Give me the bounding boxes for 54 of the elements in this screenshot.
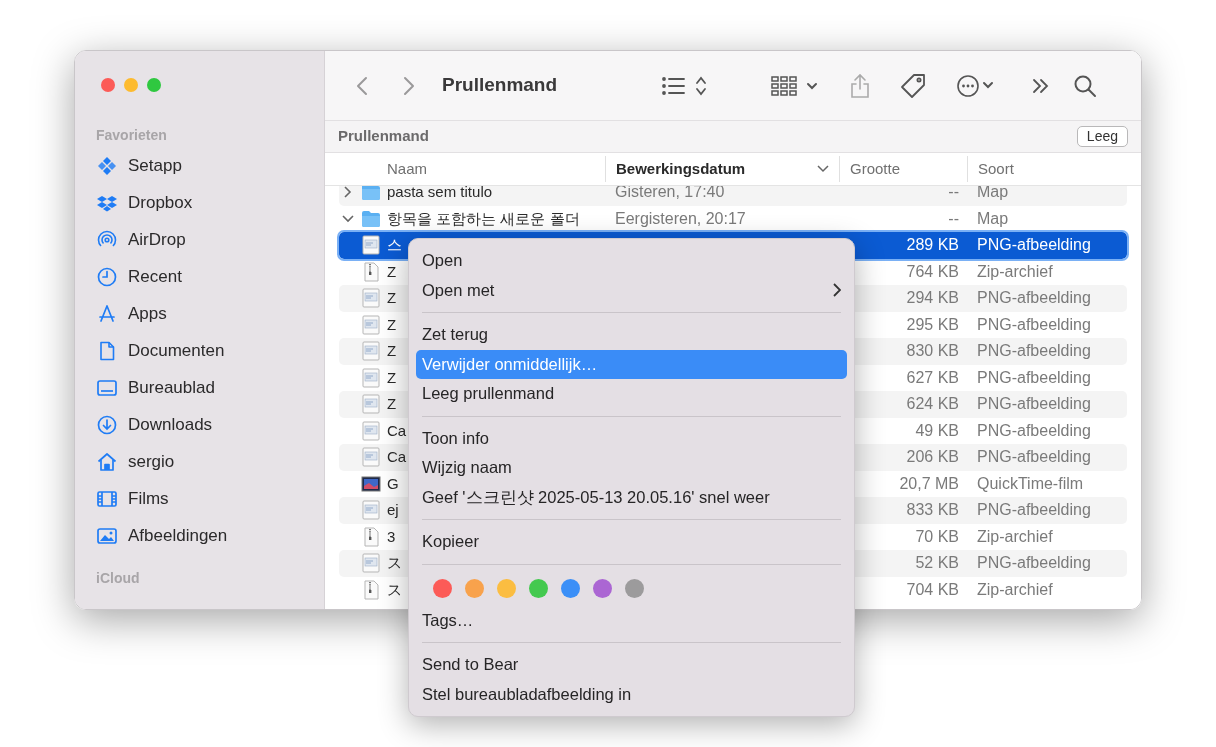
file-name: ej (387, 500, 399, 520)
file-kind: PNG-afbeelding (977, 289, 1091, 307)
file-kind: PNG-afbeelding (977, 395, 1091, 413)
file-name: G (387, 473, 399, 494)
file-size: 704 KB (906, 579, 959, 600)
file-size: 295 KB (906, 314, 959, 335)
file-kind: PNG-afbeelding (977, 448, 1091, 466)
file-kind: PNG-afbeelding (977, 315, 1091, 333)
file-kind: Zip-archief (977, 580, 1053, 598)
file-size: 20,7 MB (899, 473, 959, 494)
file-size: 289 KB (906, 235, 959, 256)
file-name: Ca (387, 420, 407, 441)
modified-date: Gisteren, 17:40 (615, 186, 725, 201)
file-size: 49 KB (915, 420, 959, 441)
file-kind: PNG-afbeelding (977, 554, 1091, 572)
file-size: 830 KB (906, 341, 959, 362)
file-kind: Map (977, 186, 1009, 201)
file-name: ス (387, 553, 402, 573)
file-name: 3 (387, 526, 396, 547)
file-kind: PNG-afbeelding (977, 236, 1091, 254)
file-name: 항목을 포함하는 새로운 폴더 (387, 208, 580, 229)
modified-date: Eergisteren, 20:17 (615, 209, 746, 227)
file-size: 70 KB (915, 526, 959, 547)
path-title: Prullenmand (338, 126, 429, 147)
file-name: Z (387, 367, 397, 388)
file-size: 52 KB (915, 553, 959, 574)
file-name: Z (387, 314, 397, 335)
file-kind: Map (977, 209, 1009, 227)
file-size: 206 KB (906, 447, 959, 468)
file-name: Z (387, 394, 397, 414)
file-name: pasta sem titulo (387, 186, 493, 202)
file-size: -- (948, 208, 959, 229)
file-name: Ca (387, 447, 407, 467)
file-kind: PNG-afbeelding (977, 421, 1091, 439)
file-kind: PNG-afbeelding (977, 368, 1091, 386)
section-heading: Favorieten (95, 125, 168, 145)
file-name: Z (387, 288, 397, 308)
file-name: Z (387, 261, 397, 282)
file-kind: Zip-archief (977, 262, 1053, 280)
file-size: 294 KB (906, 288, 959, 309)
file-name: ス (387, 579, 402, 600)
window-title: Prullenmand (442, 73, 558, 98)
file-size: 624 KB (906, 394, 959, 415)
file-name: 스 (387, 235, 402, 255)
file-kind: QuickTime-film (977, 474, 1084, 492)
file-kind: PNG-afbeelding (977, 501, 1091, 519)
file-size: 627 KB (906, 367, 959, 388)
section-heading: iCloud (95, 568, 141, 588)
file-kind: PNG-afbeelding (977, 342, 1091, 360)
file-name: Z (387, 341, 397, 361)
file-size: -- (948, 186, 959, 203)
file-kind: Zip-archief (977, 527, 1053, 545)
file-size: 833 KB (906, 500, 959, 521)
file-size: 764 KB (906, 261, 959, 282)
